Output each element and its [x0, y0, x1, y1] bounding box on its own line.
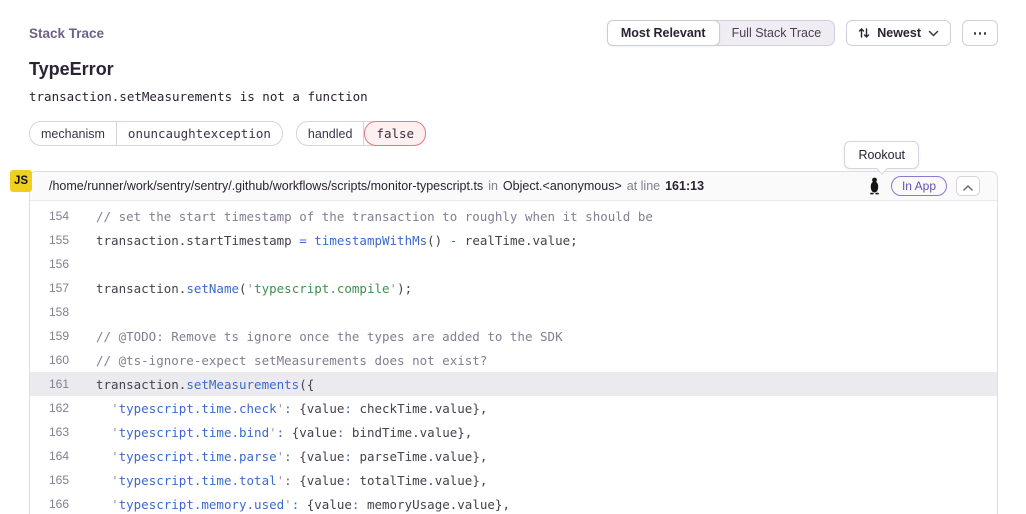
display-mode-segmented-control: Most Relevant Full Stack Trace: [607, 20, 835, 46]
line-content: transaction.setMeasurements({: [69, 377, 314, 392]
line-content: 'typescript.time.parse': {value: parseTi…: [69, 449, 487, 464]
sort-icon: [858, 27, 870, 39]
line-number: 155: [30, 233, 69, 247]
code-line: 154// set the start timestamp of the tra…: [30, 204, 997, 228]
line-content: transaction.startTimestamp = timestampWi…: [69, 233, 578, 248]
error-type-title: TypeError: [29, 59, 998, 80]
chevron-up-icon: [963, 179, 973, 194]
line-column-number: 161:13: [665, 179, 704, 193]
code-line: 163 'typescript.time.bind': {value: bind…: [30, 420, 997, 444]
tag-mechanism[interactable]: mechanism onuncaughtexception: [29, 121, 283, 146]
line-content: // set the start timestamp of the transa…: [69, 209, 653, 224]
function-name: Object.<anonymous>: [503, 179, 622, 193]
code-line: 164 'typescript.time.parse': {value: par…: [30, 444, 997, 468]
ellipsis-icon: [974, 32, 976, 35]
code-line: 165 'typescript.time.total': {value: tot…: [30, 468, 997, 492]
line-number: 154: [30, 209, 69, 223]
code-line: 157transaction.setName('typescript.compi…: [30, 276, 997, 300]
more-options-button[interactable]: [962, 20, 998, 46]
frame-actions: In App: [867, 176, 980, 196]
sort-newest-button[interactable]: Newest: [846, 20, 951, 46]
line-content: 'typescript.memory.used': {value: memory…: [69, 497, 510, 512]
line-number: 163: [30, 425, 69, 439]
full-stack-trace-button[interactable]: Full Stack Trace: [719, 21, 835, 45]
in-app-badge: In App: [891, 176, 947, 196]
code-line: 156: [30, 252, 997, 276]
line-content: // @TODO: Remove ts ignore once the type…: [69, 329, 563, 344]
line-number: 164: [30, 449, 69, 463]
line-content: 'typescript.time.bind': {value: bindTime…: [69, 425, 472, 440]
line-number: 166: [30, 497, 69, 511]
code-line: 166 'typescript.memory.used': {value: me…: [30, 492, 997, 514]
code-line: 158: [30, 300, 997, 324]
sort-label: Newest: [877, 26, 921, 40]
line-number: 158: [30, 305, 69, 319]
line-content: 'typescript.time.check': {value: checkTi…: [69, 401, 487, 416]
tag-value-alert: false: [364, 121, 426, 146]
section-title: Stack Trace: [29, 26, 104, 41]
frame-location: /home/runner/work/sentry/sentry/.github/…: [49, 179, 704, 193]
file-path: /home/runner/work/sentry/sentry/.github/…: [49, 179, 483, 193]
stack-trace-controls: Most Relevant Full Stack Trace Newest: [607, 20, 998, 46]
line-number: 161: [30, 377, 69, 391]
line-number: 156: [30, 257, 69, 271]
javascript-platform-badge: JS: [10, 170, 32, 192]
stack-frame: JS Rookout /home/runner/work/sentry/sent…: [29, 171, 998, 514]
code-line: 160// @ts-ignore-expect setMeasurements …: [30, 348, 997, 372]
line-number: 157: [30, 281, 69, 295]
line-number: 162: [30, 401, 69, 415]
code-line: 159// @TODO: Remove ts ignore once the t…: [30, 324, 997, 348]
code-lines: 154// set the start timestamp of the tra…: [30, 201, 997, 514]
line-number: 160: [30, 353, 69, 367]
line-number: 159: [30, 329, 69, 343]
code-line: 155transaction.startTimestamp = timestam…: [30, 228, 997, 252]
most-relevant-button[interactable]: Most Relevant: [607, 20, 720, 46]
line-content: 'typescript.time.total': {value: totalTi…: [69, 473, 487, 488]
stack-trace-panel: Stack Trace Most Relevant Full Stack Tra…: [0, 20, 1026, 514]
chevron-down-icon: [928, 30, 939, 37]
tag-key: mechanism: [30, 122, 117, 145]
line-number: 165: [30, 473, 69, 487]
line-content: // @ts-ignore-expect setMeasurements doe…: [69, 353, 487, 368]
tag-value: onuncaughtexception: [117, 122, 282, 145]
code-line: 161transaction.setMeasurements({: [30, 372, 997, 396]
error-message: transaction.setMeasurements is not a fun…: [29, 89, 998, 104]
frame-header: /home/runner/work/sentry/sentry/.github/…: [30, 172, 997, 201]
tag-key: handled: [297, 122, 365, 145]
rookout-tooltip: Rookout: [844, 141, 919, 169]
rookout-icon[interactable]: [867, 176, 882, 196]
line-content: transaction.setName('typescript.compile'…: [69, 281, 412, 296]
tag-handled[interactable]: handled false: [296, 121, 426, 146]
collapse-frame-button[interactable]: [956, 176, 980, 196]
code-line: 162 'typescript.time.check': {value: che…: [30, 396, 997, 420]
